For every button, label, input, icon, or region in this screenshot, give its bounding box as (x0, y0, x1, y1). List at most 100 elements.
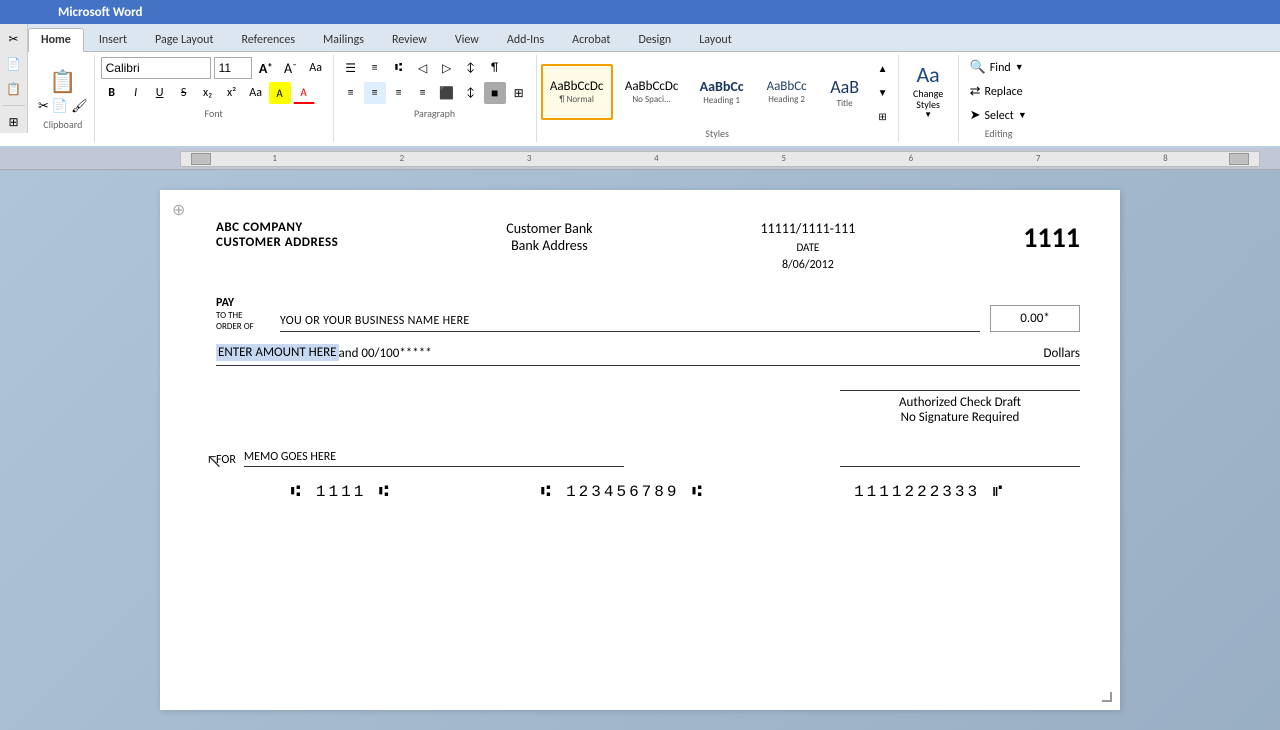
resize-handle[interactable] (1102, 692, 1112, 702)
numbering-button[interactable]: ≡ (364, 57, 386, 79)
multilevel-list-button[interactable]: ⑆ (388, 57, 410, 79)
style-heading1[interactable]: AaBbCc Heading 1 (691, 64, 753, 120)
paste-icon[interactable]: 📋 (47, 66, 78, 97)
columns-button[interactable]: ⬛ (436, 82, 458, 104)
tab-acrobat[interactable]: Acrobat (559, 28, 623, 51)
bullets-button[interactable]: ☰ (340, 57, 362, 79)
tab-add-ins[interactable]: Add-Ins (494, 28, 557, 51)
bank-name: Customer Bank (506, 220, 592, 237)
font-case-button[interactable]: Aa (245, 82, 267, 104)
tab-layout[interactable]: Layout (686, 28, 745, 51)
tab-design[interactable]: Design (625, 28, 684, 51)
subscript-button[interactable]: x₂ (197, 82, 219, 104)
tab-insert[interactable]: Insert (86, 28, 140, 51)
styles-more[interactable]: ⊞ (872, 105, 894, 127)
tab-review[interactable]: Review (379, 28, 440, 51)
change-styles-icon: Aa (916, 61, 939, 88)
memo-text[interactable]: MEMO GOES HERE (244, 450, 336, 464)
authorized-section: Authorized Check Draft No Signature Requ… (216, 390, 1080, 425)
replace-label: Replace (985, 85, 1023, 99)
dollars-label: Dollars (1044, 346, 1080, 361)
company-name: ABC COMPANY (216, 220, 338, 235)
sidebar-extra[interactable]: ⊞ (3, 111, 25, 133)
tab-mailings[interactable]: Mailings (310, 28, 377, 51)
line-spacing-button[interactable]: ↕ (460, 82, 482, 104)
tab-page-layout[interactable]: Page Layout (142, 28, 226, 51)
style-no-spacing[interactable]: AaBbCcDc No Spaci... (616, 64, 688, 120)
superscript-button[interactable]: x² (221, 82, 243, 104)
document-area: ⊕ ABC COMPANY CUSTOMER ADDRESS Customer … (0, 170, 1280, 730)
show-formatting-button[interactable]: ¶ (484, 57, 506, 79)
payee-name: YOU OR YOUR BUSINESS NAME HERE (280, 314, 470, 328)
increase-indent-button[interactable]: ▷ (436, 57, 458, 79)
ruler: 1 2 3 4 5 6 7 8 (0, 148, 1280, 170)
strikethrough-button[interactable]: S (173, 82, 195, 104)
cut-icon[interactable]: ✂ (38, 99, 49, 114)
check-number-section: 1111 (1023, 220, 1080, 255)
check-date-value: 8/06/2012 (782, 258, 834, 272)
format-painter-icon[interactable]: 🖌 (71, 99, 88, 114)
bold-button[interactable]: B (101, 82, 123, 104)
borders-button[interactable]: ⊞ (508, 82, 530, 104)
style-heading2[interactable]: AaBbCc Heading 2 (756, 64, 818, 120)
date-label: DATE (796, 241, 819, 254)
pay-label: PAY (216, 296, 270, 310)
find-label: Find (990, 61, 1011, 75)
pay-labels: PAY TO THE ORDER OF (216, 296, 270, 332)
style-no-spacing-label: No Spaci... (632, 94, 670, 105)
italic-button[interactable]: I (125, 82, 147, 104)
move-handle[interactable]: ⊕ (172, 200, 185, 220)
style-normal-label: ¶ Normal (559, 94, 594, 105)
style-normal-preview: AaBbCcDc (550, 79, 604, 94)
font-name-input[interactable]: Calibri (101, 57, 211, 79)
font-label: Font (101, 107, 327, 120)
amount-box[interactable]: 0.00* (990, 305, 1080, 332)
style-heading1-label: Heading 1 (703, 95, 740, 106)
check-document: ⊕ ABC COMPANY CUSTOMER ADDRESS Customer … (160, 190, 1120, 710)
font-color-button[interactable]: A (293, 82, 315, 104)
sidebar-paste[interactable]: 📋 (3, 78, 25, 100)
authorized-line1: Authorized Check Draft (840, 395, 1080, 410)
align-left-button[interactable]: ≡ (340, 82, 362, 104)
decrease-font-icon[interactable]: A⁻ (280, 57, 302, 79)
tab-view[interactable]: View (442, 28, 492, 51)
font-size-input[interactable]: 11 (214, 57, 252, 79)
shading-button[interactable]: ■ (484, 82, 506, 104)
clipboard-label: Clipboard (43, 118, 82, 131)
tab-home[interactable]: Home (28, 28, 84, 52)
align-right-button[interactable]: ≡ (388, 82, 410, 104)
sidebar-copy[interactable]: 📄 (3, 53, 25, 75)
sidebar-format-painter[interactable]: ✂ (3, 28, 25, 50)
micr-line: ⑆ 1111 ⑆ ⑆ 123456789 ⑆ 1111222333 ⑈ (216, 483, 1080, 501)
underline-button[interactable]: U (149, 82, 171, 104)
routing-number: 11111/1111-111 (760, 220, 855, 237)
style-heading2-preview: AaBbCc (767, 79, 807, 94)
copy-icon[interactable]: 📄 (52, 99, 68, 114)
decrease-indent-button[interactable]: ◁ (412, 57, 434, 79)
routing-section: 11111/1111-111 DATE 8/06/2012 (760, 220, 855, 272)
change-styles-arrow: ▼ (924, 110, 932, 120)
highlight-button[interactable]: A (269, 82, 291, 104)
select-button[interactable]: ➤ Select ▼ (965, 105, 1033, 126)
justify-button[interactable]: ≡ (412, 82, 434, 104)
tab-references[interactable]: References (228, 28, 308, 51)
styles-scroll-down[interactable]: ▼ (872, 81, 894, 103)
select-arrow: ▼ (1018, 110, 1027, 121)
style-title[interactable]: AaB Title (821, 64, 869, 120)
sort-button[interactable]: ↕ (460, 57, 482, 79)
styles-scroll-up[interactable]: ▲ (872, 57, 894, 79)
bank-info: Customer Bank Bank Address (506, 220, 592, 254)
clear-format-icon[interactable]: Aa (305, 57, 327, 79)
change-styles-button[interactable]: Aa ChangeStyles ▼ (911, 59, 945, 122)
replace-button[interactable]: ⇄ Replace (965, 81, 1033, 102)
style-no-spacing-preview: AaBbCcDc (625, 79, 679, 94)
check-number: 1111 (1023, 220, 1080, 255)
change-styles-label: ChangeStyles (913, 88, 943, 110)
align-center-button[interactable]: ≡ (364, 82, 386, 104)
increase-font-icon[interactable]: A⁺ (255, 57, 277, 79)
find-button[interactable]: 🔍 Find ▼ (965, 57, 1033, 78)
styles-label: Styles (541, 127, 894, 140)
style-normal[interactable]: AaBbCcDc ¶ Normal (541, 64, 613, 120)
amount-value: 0.00* (1020, 311, 1050, 326)
amount-words-highlighted[interactable]: ENTER AMOUNT HERE (216, 344, 339, 361)
